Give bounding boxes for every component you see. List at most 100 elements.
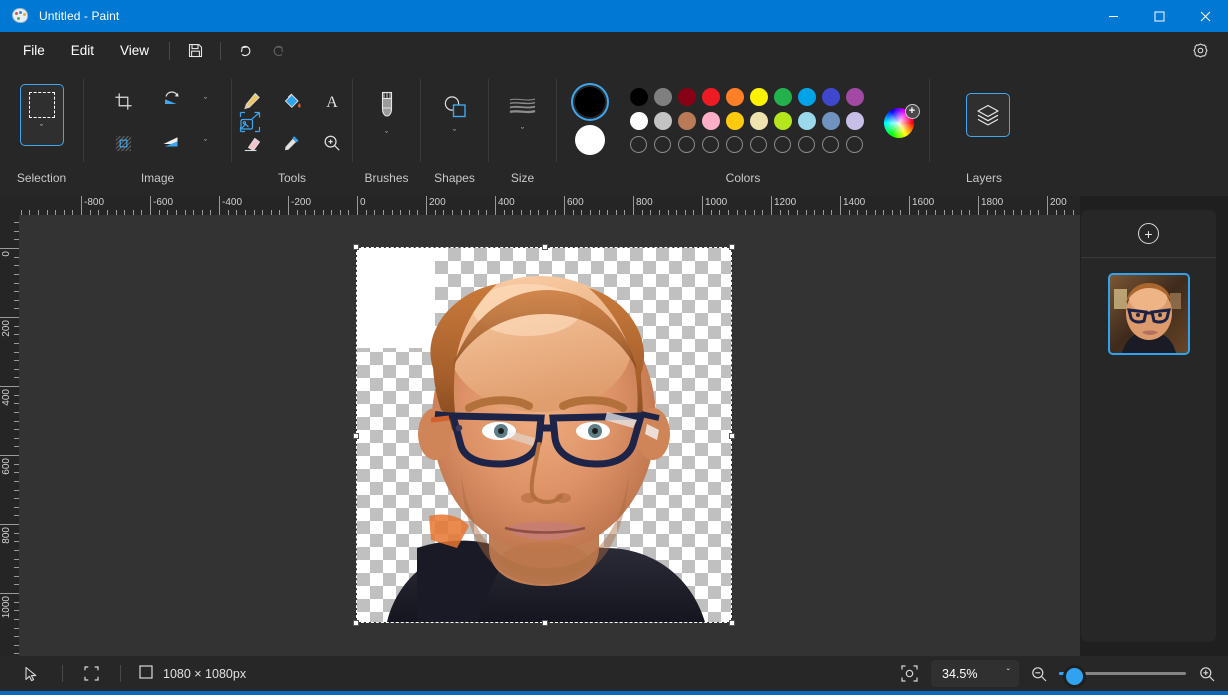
zoom-out-icon[interactable] xyxy=(1019,656,1059,691)
color-swatch-empty-3[interactable] xyxy=(702,136,719,153)
selection-handle-s[interactable] xyxy=(542,620,548,626)
flip-icon[interactable] xyxy=(155,126,189,160)
color-swatch-empty-4[interactable] xyxy=(726,136,743,153)
ruler-h-label: 1000 xyxy=(705,197,727,208)
menu-file[interactable]: File xyxy=(12,36,56,65)
plus-circle-icon[interactable]: + xyxy=(1138,223,1159,244)
shapes-button[interactable]: ˇ xyxy=(431,82,479,148)
rotate-chevron-down-icon[interactable]: ˇ xyxy=(204,96,207,106)
color-swatch-empty-7[interactable] xyxy=(798,136,815,153)
magnifier-icon[interactable] xyxy=(315,126,349,160)
menu-view[interactable]: View xyxy=(109,36,160,65)
ruler-h-label: 1400 xyxy=(843,197,865,208)
color-swatch-empty-8[interactable] xyxy=(822,136,839,153)
color-swatch-empty-6[interactable] xyxy=(774,136,791,153)
color-swatch-row1-4[interactable] xyxy=(726,88,744,106)
ruler-h-label: 400 xyxy=(498,197,515,208)
brushes-button[interactable]: ˇ xyxy=(363,82,411,148)
color-swatch-empty-0[interactable] xyxy=(630,136,647,153)
ruler-v-label: 0 xyxy=(1,251,12,257)
crop-icon[interactable] xyxy=(107,84,141,118)
shapes-chevron-down-icon[interactable]: ˇ xyxy=(453,128,456,138)
rotate-icon[interactable] xyxy=(155,84,189,118)
color-swatch-row2-5[interactable] xyxy=(750,112,768,130)
minimize-button[interactable] xyxy=(1090,0,1136,32)
color-swatch-row1-1[interactable] xyxy=(654,88,672,106)
resize-skew-icon[interactable] xyxy=(107,126,141,160)
color-swatch-row2-3[interactable] xyxy=(702,112,720,130)
ruler-corner xyxy=(0,196,19,215)
selection-chevron-down-icon[interactable]: ˇ xyxy=(40,124,43,133)
color-swatch-row1-9[interactable] xyxy=(846,88,864,106)
gear-icon[interactable] xyxy=(1184,35,1216,65)
text-tool-icon[interactable]: A xyxy=(315,84,349,118)
color-swatch-row2-7[interactable] xyxy=(798,112,816,130)
color-swatch-row2-6[interactable] xyxy=(774,112,792,130)
color-swatch-row1-7[interactable] xyxy=(798,88,816,106)
color-swatch-row1-0[interactable] xyxy=(630,88,648,106)
zoom-chevron-down-icon[interactable]: ˇ xyxy=(1007,668,1010,679)
selection-handle-e[interactable] xyxy=(729,433,735,439)
selection-handle-ne[interactable] xyxy=(729,244,735,250)
edit-colors-plus[interactable]: + xyxy=(905,104,920,119)
close-button[interactable] xyxy=(1182,0,1228,32)
fill-bucket-icon[interactable] xyxy=(275,84,309,118)
color-swatch-empty-5[interactable] xyxy=(750,136,767,153)
selection-handle-se[interactable] xyxy=(729,620,735,626)
layers-icon[interactable] xyxy=(966,93,1010,137)
selection-handle-n[interactable] xyxy=(542,244,548,250)
zoom-level-dropdown[interactable]: 34.5% ˇ xyxy=(931,660,1019,687)
color-swatch-row2-8[interactable] xyxy=(822,112,840,130)
color-swatch-row1-8[interactable] xyxy=(822,88,840,106)
bottom-edge-accent xyxy=(0,691,1228,695)
ribbon-toolbar: ˇ Selection ˇ xyxy=(0,69,1228,196)
ruler-h-label: -400 xyxy=(222,197,242,208)
color-swatch-row1-6[interactable] xyxy=(774,88,792,106)
title-bar: Untitled - Paint xyxy=(0,0,1228,32)
eraser-icon[interactable] xyxy=(235,126,269,160)
brushes-chevron-down-icon[interactable]: ˇ xyxy=(385,130,388,140)
pencil-icon[interactable] xyxy=(235,84,269,118)
color-picker-icon[interactable] xyxy=(275,126,309,160)
fit-to-window-icon[interactable] xyxy=(887,656,931,691)
redo-icon[interactable] xyxy=(262,36,294,66)
horizontal-ruler[interactable]: -800-600-400-200020040060080010001200140… xyxy=(19,196,1080,215)
group-brushes-label: Brushes xyxy=(353,171,420,185)
color-wheel-icon[interactable]: + xyxy=(884,104,918,138)
primary-color-swatch[interactable] xyxy=(575,87,605,117)
size-button[interactable]: ˇ xyxy=(499,82,547,148)
portrait-photo-layer[interactable] xyxy=(357,248,731,622)
canvas-viewport[interactable] xyxy=(19,215,1080,656)
flip-chevron-down-icon[interactable]: ˇ xyxy=(204,138,207,148)
layer-thumbnail-1[interactable] xyxy=(1108,273,1190,355)
selection-handle-w[interactable] xyxy=(353,433,359,439)
zoom-slider[interactable] xyxy=(1059,672,1186,675)
color-swatch-empty-9[interactable] xyxy=(846,136,863,153)
color-swatch-empty-2[interactable] xyxy=(678,136,695,153)
zoom-in-icon[interactable] xyxy=(1186,656,1228,691)
add-layer-button[interactable]: + xyxy=(1081,210,1216,258)
color-swatch-row1-3[interactable] xyxy=(702,88,720,106)
color-swatch-row1-5[interactable] xyxy=(750,88,768,106)
canvas-selection[interactable] xyxy=(357,248,731,622)
undo-icon[interactable] xyxy=(230,36,262,66)
secondary-color-swatch[interactable] xyxy=(575,125,605,155)
color-swatch-empty-1[interactable] xyxy=(654,136,671,153)
zoom-slider-knob[interactable] xyxy=(1063,665,1086,688)
selection-handle-nw[interactable] xyxy=(353,244,359,250)
color-swatch-row2-9[interactable] xyxy=(846,112,864,130)
size-chevron-down-icon[interactable]: ˇ xyxy=(521,126,524,136)
color-swatch-row2-4[interactable] xyxy=(726,112,744,130)
selection-handle-sw[interactable] xyxy=(353,620,359,626)
color-swatch-row2-0[interactable] xyxy=(630,112,648,130)
color-swatch-row2-1[interactable] xyxy=(654,112,672,130)
zoom-slider-track[interactable] xyxy=(1059,672,1186,675)
ruler-h-label: 600 xyxy=(567,197,584,208)
vertical-ruler[interactable]: 02004006008001000 xyxy=(0,215,19,656)
menu-edit[interactable]: Edit xyxy=(60,36,105,65)
save-icon[interactable] xyxy=(179,36,211,66)
rectangular-selection-icon[interactable]: ˇ xyxy=(20,84,64,146)
color-swatch-row1-2[interactable] xyxy=(678,88,696,106)
color-swatch-row2-2[interactable] xyxy=(678,112,696,130)
maximize-button[interactable] xyxy=(1136,0,1182,32)
